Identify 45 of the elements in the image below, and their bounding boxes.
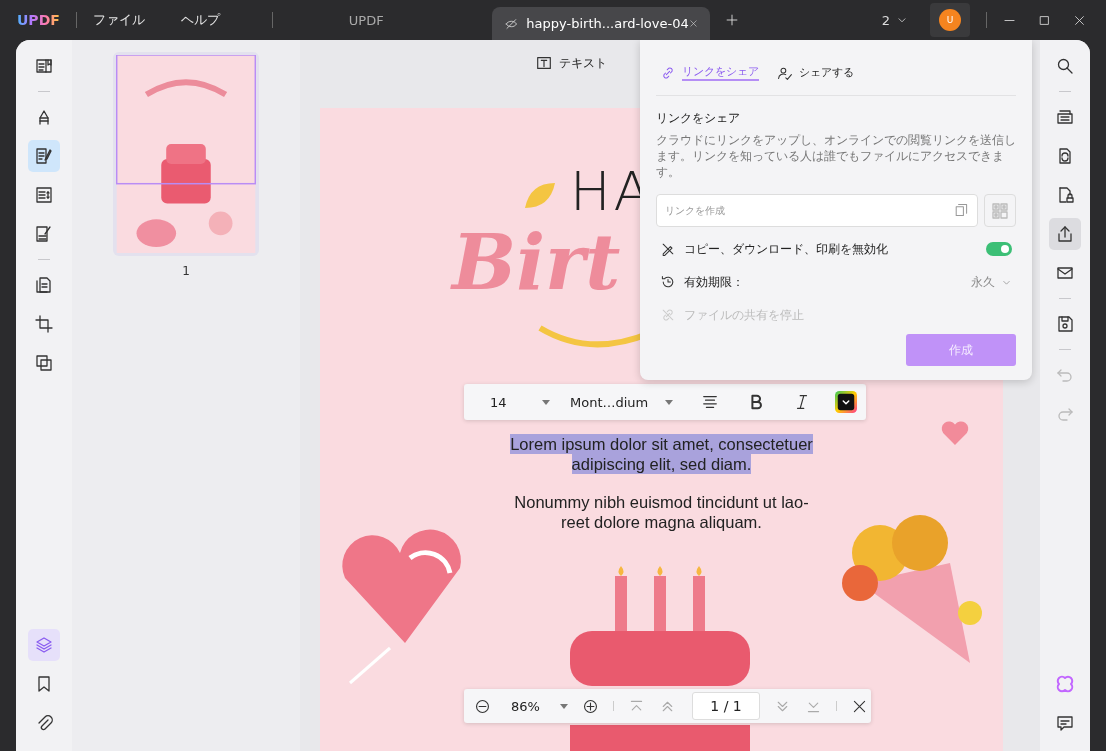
tab-title: happy-birth...ard-love-04 <box>526 16 689 31</box>
document-tab[interactable]: happy-birth...ard-love-04 <box>491 7 710 40</box>
color-picker-icon[interactable] <box>835 391 857 413</box>
dropdown-triangle-icon <box>560 703 568 709</box>
add-tab-icon[interactable] <box>724 13 739 27</box>
page-number: 1 <box>182 264 190 278</box>
dropdown-triangle-icon <box>665 399 673 405</box>
link-field[interactable]: リンクを作成 <box>656 194 978 227</box>
toggle-switch[interactable] <box>986 242 1012 256</box>
copy-icon[interactable] <box>953 202 969 218</box>
text-line[interactable]: Nonummy nibh euismod tincidunt ut lao- <box>514 492 809 512</box>
zoom-dropdown[interactable]: 86% <box>511 698 568 714</box>
share-icon[interactable] <box>1049 218 1081 250</box>
window-count-button[interactable]: 2 <box>881 12 908 28</box>
page-heading-script: Birt <box>452 218 621 307</box>
dropdown-triangle-icon <box>542 399 550 405</box>
close-icon[interactable] <box>1073 13 1086 27</box>
layers-icon[interactable] <box>28 629 60 661</box>
share-tab[interactable]: リンクをシェア <box>660 64 759 83</box>
align-center-icon[interactable] <box>701 393 719 411</box>
option-label: 有効期限： <box>684 273 744 291</box>
app-title: UPDF <box>348 12 384 28</box>
option-label: コピー、ダウンロード、印刷を無効化 <box>684 240 888 258</box>
zoom-out-icon[interactable] <box>474 697 491 715</box>
page-thumbnail[interactable] <box>113 52 259 256</box>
pencil-crossed-icon <box>660 241 676 257</box>
zoom-in-icon[interactable] <box>582 697 599 715</box>
maximize-icon[interactable] <box>1038 13 1051 27</box>
qr-code-icon <box>990 200 1010 221</box>
unlink-icon <box>660 307 676 323</box>
text-line[interactable]: reet dolore magna aliquam. <box>561 512 762 532</box>
link-icon <box>660 64 676 81</box>
app-logo: UPDF <box>17 12 60 28</box>
font-size-dropdown[interactable]: 14 <box>490 394 550 410</box>
text-mode-button[interactable]: テキスト <box>535 54 607 72</box>
menu-item[interactable]: ヘルプ <box>180 11 220 29</box>
page-number-field[interactable]: 1 / 1 <box>692 692 760 720</box>
section-title: リンクをシェア <box>656 110 741 127</box>
menu-item[interactable]: ファイル <box>92 11 145 29</box>
description-text: クラウドにリンクをアップし、オンラインでの閲覧リンクを送信します。リンクを知っている人は誰でもファイルにアクセスできます。 <box>656 132 1016 180</box>
share-tab[interactable]: シェアする <box>777 64 854 83</box>
edit-text-icon[interactable] <box>28 140 60 172</box>
font-dropdown[interactable]: Mont…dium <box>570 394 673 410</box>
text-box-icon <box>535 54 553 72</box>
history-icon <box>660 274 676 290</box>
